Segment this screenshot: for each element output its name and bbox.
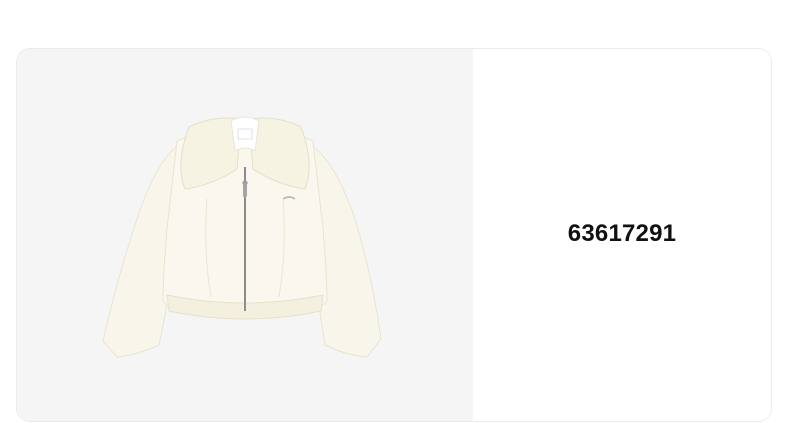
product-card[interactable]: 63617291: [16, 48, 772, 422]
product-info: 63617291: [473, 49, 771, 421]
product-image[interactable]: [17, 49, 473, 421]
jacket-image: [102, 116, 382, 358]
product-code: 63617291: [567, 220, 677, 247]
